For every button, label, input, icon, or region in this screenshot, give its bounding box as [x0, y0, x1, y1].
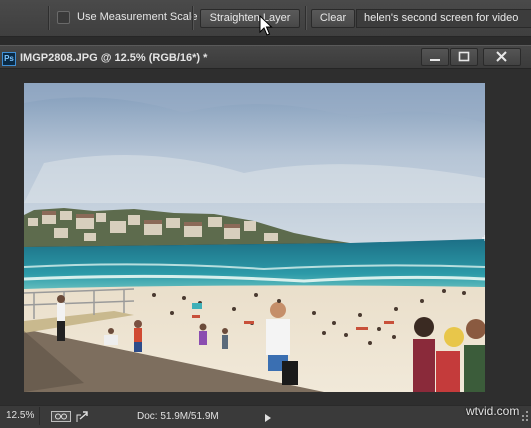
doc-size: Doc: 51.9M/51.9M [137, 411, 219, 422]
status-share-icon[interactable] [76, 410, 89, 423]
document-title: IMGP2808.JPG @ 12.5% (RGB/16*) * [20, 52, 208, 64]
document-window: Ps IMGP2808.JPG @ 12.5% (RGB/16*) * 12.5… [0, 45, 531, 428]
minimize-button[interactable] [421, 48, 449, 66]
clear-button[interactable]: Clear [311, 9, 355, 28]
document-title-bar[interactable]: Ps IMGP2808.JPG @ 12.5% (RGB/16*) * [0, 45, 531, 69]
resize-grip-icon[interactable] [519, 409, 529, 421]
maximize-button[interactable] [450, 48, 478, 66]
beach-photo[interactable] [24, 83, 485, 392]
toolbar-separator [192, 6, 194, 30]
canvas-area[interactable] [0, 69, 531, 405]
toolbar-separator [48, 6, 50, 30]
watermark-text: wtvid.com [466, 404, 520, 418]
minimize-icon [430, 59, 440, 61]
zoom-level[interactable]: 12.5% [6, 410, 34, 421]
status-link-icon[interactable] [51, 411, 71, 422]
use-measurement-scale-checkbox[interactable] [57, 11, 70, 24]
mouse-pointer-icon [259, 15, 273, 36]
status-arrow-icon[interactable] [265, 414, 271, 422]
close-button[interactable] [483, 48, 521, 66]
use-measurement-scale-label: Use Measurement Scale [77, 11, 198, 23]
status-bar: 12.5% Doc: 51.9M/51.9M [0, 405, 531, 428]
note-text-field[interactable]: helen's second screen for video [356, 9, 531, 28]
toolbar-separator [305, 6, 307, 30]
close-icon [496, 51, 507, 62]
straighten-layer-button[interactable]: Straighten Layer [200, 9, 300, 28]
maximize-icon [458, 51, 470, 62]
ps-app-icon: Ps [2, 52, 16, 66]
options-bar: Use Measurement Scale Straighten Layer C… [0, 0, 531, 37]
